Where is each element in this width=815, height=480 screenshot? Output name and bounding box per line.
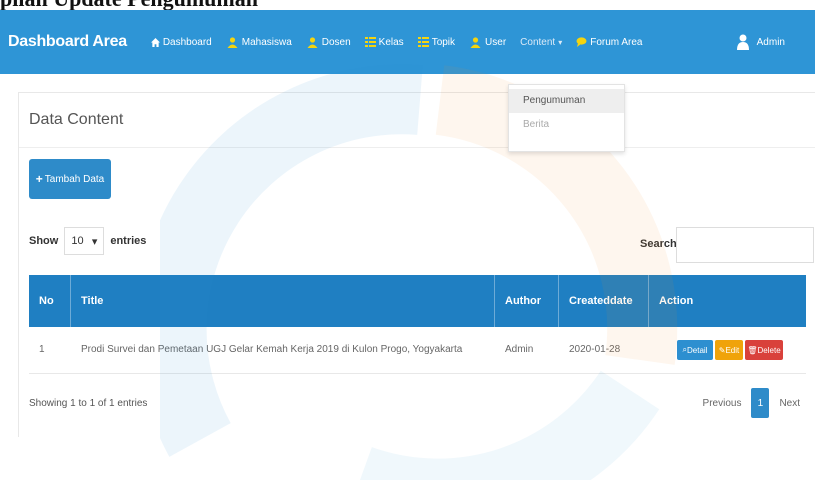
plus-icon: + bbox=[35, 172, 43, 186]
cell-date: 2020-01-28 bbox=[569, 344, 621, 355]
nav-dashboard-label: Dashboard bbox=[162, 36, 212, 48]
caret-down-icon: ▾ bbox=[558, 37, 563, 47]
nav-forum-area[interactable]: Forum Area bbox=[576, 37, 642, 48]
nav-kelas-label: Kelas bbox=[378, 36, 404, 48]
home-icon bbox=[150, 37, 160, 47]
delete-label: Delete bbox=[757, 345, 781, 355]
column-header-action[interactable]: Action bbox=[649, 275, 806, 327]
panel-title: Data Content bbox=[29, 111, 124, 128]
edit-button[interactable]: ✎ Edit bbox=[715, 340, 743, 360]
nav-mahasiswa[interactable]: Mahasiswa bbox=[226, 37, 292, 48]
list-icon bbox=[364, 37, 376, 47]
user-menu[interactable]: Admin bbox=[736, 10, 785, 74]
document-caption: pilan Update Pengumuman bbox=[0, 0, 258, 11]
nav-forum-area-label: Forum Area bbox=[590, 36, 643, 48]
nav-user-label: User bbox=[485, 36, 507, 48]
delete-button[interactable]: 🗑 Delete bbox=[745, 340, 783, 360]
brand-title[interactable]: Dashboard Area bbox=[8, 33, 127, 51]
add-data-label: Tambah Data bbox=[44, 173, 105, 185]
cell-no: 1 bbox=[39, 344, 45, 355]
table-header: No Title Author Createddate Action bbox=[29, 275, 806, 327]
users-icon bbox=[469, 36, 482, 48]
content-panel: Data Content + Tambah Data Show 10 ▾ ent… bbox=[18, 92, 815, 437]
detail-label: Detail bbox=[687, 345, 708, 355]
nav-content-dropdown[interactable]: Content ▾ bbox=[520, 37, 562, 48]
pagination: Previous 1 Next bbox=[693, 388, 800, 418]
entries-length-control: Show 10 ▾ entries bbox=[29, 227, 146, 255]
pagination-next[interactable]: Next bbox=[779, 398, 800, 409]
dropdown-item-pengumuman[interactable]: Pengumuman bbox=[509, 89, 624, 113]
pagination-previous[interactable]: Previous bbox=[703, 398, 742, 409]
nav-dosen-label: Dosen bbox=[321, 36, 351, 48]
nav-dosen[interactable]: Dosen bbox=[306, 37, 351, 48]
nav-mahasiswa-label: Mahasiswa bbox=[241, 36, 292, 48]
panel-divider bbox=[19, 147, 815, 148]
nav-user[interactable]: User bbox=[469, 37, 506, 48]
nav-topik-label: Topik bbox=[431, 36, 456, 48]
cell-author: Admin bbox=[505, 344, 534, 355]
list-icon bbox=[417, 37, 429, 47]
entries-select[interactable]: 10 ▾ bbox=[64, 227, 105, 255]
detail-button[interactable]: ⌕ Detail bbox=[677, 340, 713, 360]
nav-topik[interactable]: Topik bbox=[417, 36, 456, 48]
table-row: 1 Prodi Survei dan Pemetaan UGJ Gelar Ke… bbox=[29, 327, 806, 374]
edit-icon: ✎ bbox=[718, 345, 726, 355]
column-header-no[interactable]: No bbox=[29, 275, 71, 327]
content-dropdown-menu: Pengumuman Berita bbox=[508, 84, 625, 152]
edit-label: Edit bbox=[725, 345, 740, 355]
show-label: Show bbox=[29, 235, 59, 247]
table-info: Showing 1 to 1 of 1 entries bbox=[29, 398, 148, 409]
user-icon bbox=[736, 34, 749, 50]
add-data-button[interactable]: + Tambah Data bbox=[29, 159, 111, 199]
dropdown-item-berita[interactable]: Berita bbox=[509, 113, 624, 137]
users-icon bbox=[226, 36, 239, 48]
nav-dashboard[interactable]: Dashboard bbox=[150, 36, 212, 48]
column-header-title[interactable]: Title bbox=[71, 275, 495, 327]
users-icon bbox=[306, 36, 319, 48]
search-label: Search: bbox=[640, 238, 681, 250]
trash-icon: 🗑 bbox=[747, 345, 758, 355]
comments-icon bbox=[576, 37, 587, 47]
pagination-page-current[interactable]: 1 bbox=[751, 388, 770, 418]
nav-kelas[interactable]: Kelas bbox=[364, 36, 404, 48]
entries-label: entries bbox=[110, 235, 147, 247]
column-header-createddate[interactable]: Createddate bbox=[559, 275, 649, 327]
search-input[interactable] bbox=[676, 227, 814, 263]
nav-content-label: Content bbox=[520, 36, 556, 48]
top-navbar: Dashboard Area Dashboard Mahasiswa Dosen… bbox=[0, 10, 815, 74]
chevron-down-icon: ▾ bbox=[91, 235, 98, 248]
cell-title: Prodi Survei dan Pemetaan UGJ Gelar Kema… bbox=[81, 344, 463, 355]
entries-select-value: 10 bbox=[71, 235, 84, 247]
column-header-author[interactable]: Author bbox=[495, 275, 559, 327]
user-name: Admin bbox=[756, 36, 785, 48]
